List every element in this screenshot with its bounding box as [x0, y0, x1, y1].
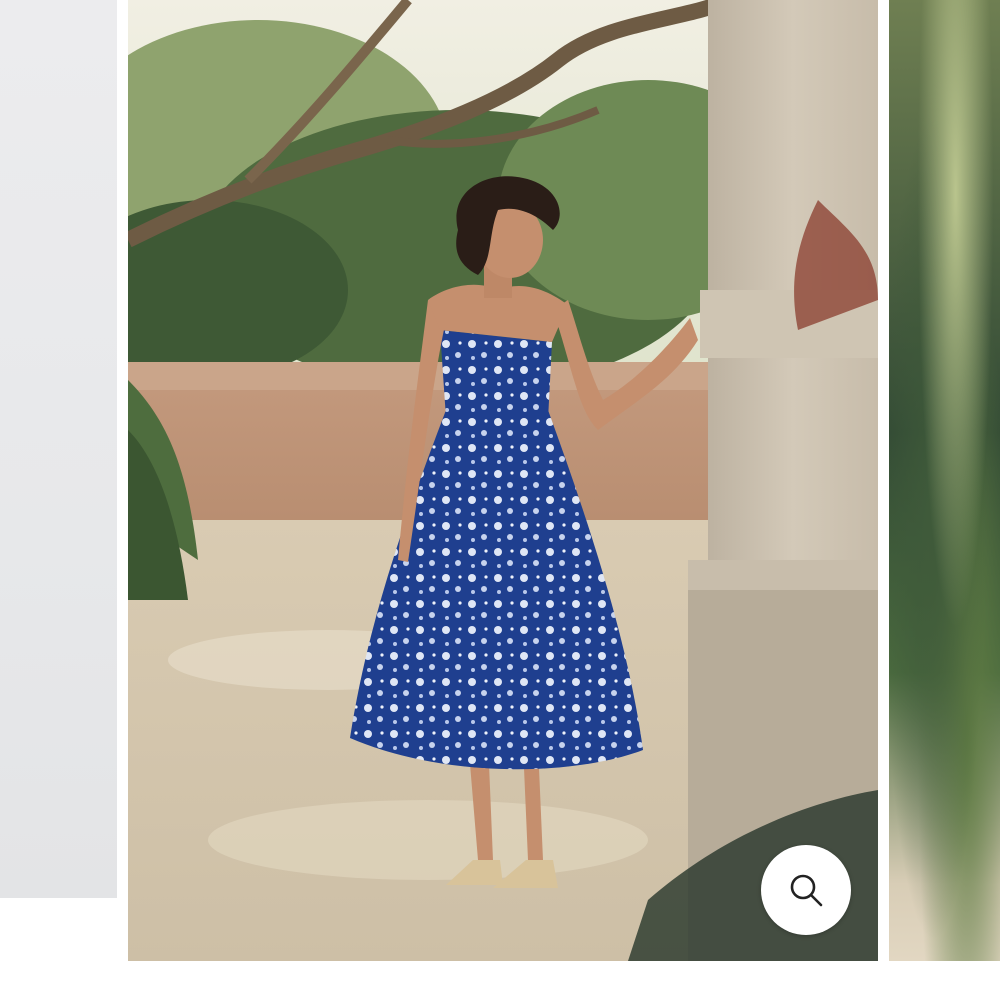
product-photo-illustration [128, 0, 878, 961]
product-image-gallery [0, 0, 1000, 1000]
magnifier-icon [790, 874, 823, 907]
previous-slide[interactable] [0, 0, 117, 898]
next-slide[interactable] [889, 0, 1000, 961]
zoom-button[interactable] [761, 845, 851, 935]
product-photo[interactable] [128, 0, 878, 961]
